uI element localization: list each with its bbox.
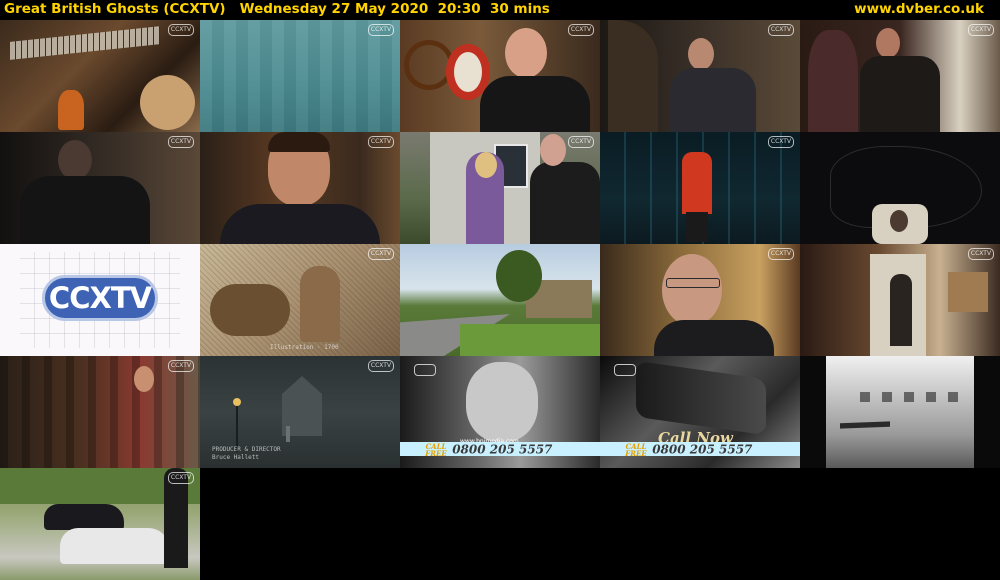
athlete [682, 152, 712, 214]
train-engine [636, 360, 766, 436]
presenter-head [662, 254, 722, 326]
thumbnail[interactable]: CCXTV [0, 356, 200, 468]
thumbnail[interactable]: PRODUCER & DIRECTOR Bruce Hallett CCXTV [200, 356, 400, 468]
thumbnail[interactable]: CCXTV [200, 20, 400, 132]
channel-logo: CCXTV [368, 360, 394, 372]
person-body [860, 56, 940, 132]
channel-logo: CCXTV [568, 136, 594, 148]
lamp-light [233, 398, 241, 406]
thumbnail[interactable]: CCXTV [0, 20, 200, 132]
channel-logo: CCXTV [168, 24, 194, 36]
organ-keys [10, 26, 160, 60]
presenter-glasses [666, 278, 720, 288]
phone-band: CALL FREE 0800 205 5557 [600, 441, 800, 458]
person-figure [890, 274, 912, 346]
channel-logo: CCXTV [968, 24, 994, 36]
woman-head [475, 152, 497, 178]
curtains [0, 356, 200, 468]
horse [210, 284, 290, 336]
presenter-hair [268, 132, 330, 152]
phone-number: 0800 205 5557 [452, 442, 553, 457]
lamp-post [236, 402, 238, 452]
call-free-label: CALL FREE [425, 441, 447, 458]
person-body [670, 68, 756, 132]
figure [300, 266, 340, 342]
sky-haze [826, 356, 974, 468]
channel-logo: CCXTV [968, 248, 994, 260]
ccxtv-logo: CCXTV [42, 275, 158, 321]
gravestone-cross [286, 426, 290, 442]
thumbnail[interactable]: CCXTV [0, 244, 200, 356]
chair [948, 272, 988, 312]
presenter-body [530, 162, 600, 244]
thumbnail[interactable] [400, 244, 600, 356]
person-head [876, 28, 900, 58]
presenter-body [654, 320, 774, 356]
thumbnail[interactable]: Illustration · 1700 CCXTV [200, 244, 400, 356]
bomber-formation [860, 392, 960, 402]
channel-logo: CCXTV [168, 136, 194, 148]
channel-logo: CCXTV [768, 248, 794, 260]
thumbnail[interactable]: CCXTV [600, 20, 800, 132]
broadcaster-mark [614, 364, 636, 376]
site-link[interactable]: www.dvber.co.uk [854, 0, 984, 19]
woman-hair [808, 30, 858, 132]
broadcaster-mark [414, 364, 436, 376]
call-free-label: CALL FREE [625, 441, 647, 458]
tree [496, 250, 542, 302]
presenter-body [220, 204, 380, 244]
header-bar: Great British Ghosts (CCXTV) Wednesday 2… [0, 0, 1000, 20]
thumbnail[interactable]: CCXTV [600, 132, 800, 244]
channel-logo: CCXTV [168, 360, 194, 372]
thumbnail[interactable]: CCXTV [800, 244, 1000, 356]
car-dark [44, 504, 124, 530]
channel-logo: CCXTV [368, 248, 394, 260]
presenter-body [480, 76, 590, 132]
programme-title: Great British Ghosts (CCXTV) Wednesday 2… [4, 1, 550, 17]
channel-logo: CCXTV [368, 136, 394, 148]
channel-logo: CCXTV [168, 472, 194, 484]
phone-number: 0800 205 5557 [652, 442, 753, 457]
thumbnail[interactable]: CCXTV [0, 468, 200, 580]
thumbnail[interactable] [800, 356, 1000, 468]
person-head [134, 366, 154, 392]
child-face [466, 362, 538, 442]
thumbnail[interactable]: CCXTV [800, 20, 1000, 132]
person-head [688, 38, 714, 70]
thumbnail[interactable]: CCXTV [400, 132, 600, 244]
person-body [20, 176, 150, 244]
channel-logo: CCXTV [768, 24, 794, 36]
person-head [58, 140, 92, 180]
thumbnail[interactable]: CCXTV [600, 244, 800, 356]
presenter-head [505, 28, 547, 78]
presenter-head [540, 134, 566, 166]
thumbnail[interactable]: CCXTV [400, 20, 600, 132]
thumbnail[interactable]: CCXTV [0, 132, 200, 244]
thumbnail[interactable] [800, 132, 1000, 244]
athlete-legs [686, 212, 708, 242]
thumbnail[interactable]: Call Now CALL FREE 0800 205 5557 [600, 356, 800, 468]
man-head [890, 210, 908, 232]
grass-verge [460, 324, 600, 356]
thumbnail-grid: CCXTV CCXTV CCXTV CCXTV CCXTV CCXTV CCXT… [0, 20, 1000, 580]
thumbnail[interactable]: www.bnimedia.com CALL FREE 0800 205 5557 [400, 356, 600, 468]
stuffed-bear [140, 75, 195, 130]
thumbnail[interactable]: CCXTV [200, 132, 400, 244]
channel-logo: CCXTV [368, 24, 394, 36]
credit-name: Bruce Hallett [212, 454, 259, 461]
woman-hair [608, 20, 658, 132]
fog-overlay [200, 20, 400, 132]
phone-band: CALL FREE 0800 205 5557 [400, 441, 600, 458]
bird-figure [58, 90, 84, 130]
credit-title: PRODUCER & DIRECTOR [212, 446, 281, 453]
car-white [60, 528, 170, 564]
channel-logo: CCXTV [568, 24, 594, 36]
engraving-caption: Illustration · 1700 [270, 344, 339, 351]
channel-logo: CCXTV [768, 136, 794, 148]
